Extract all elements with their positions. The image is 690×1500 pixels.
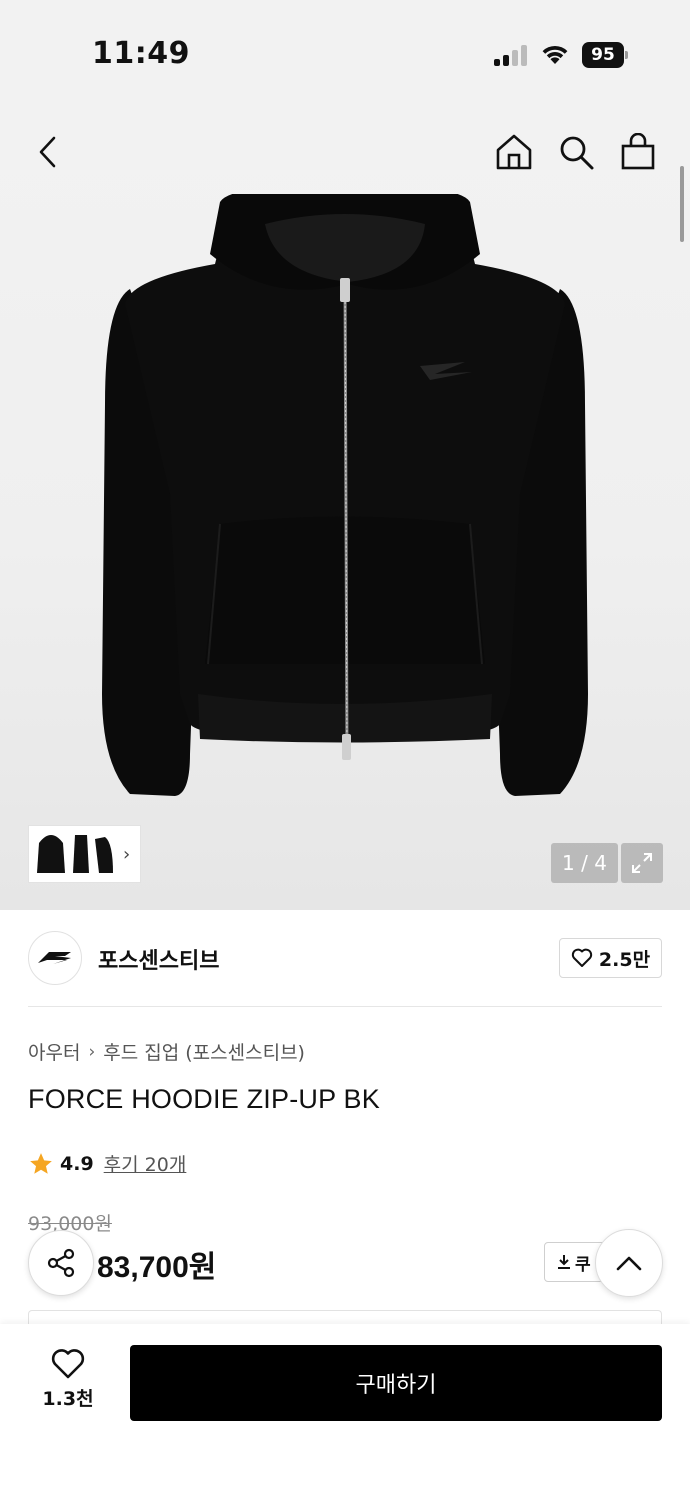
chevron-up-icon	[616, 1256, 642, 1271]
search-icon[interactable]	[554, 130, 598, 174]
wish-count: 1.3천	[42, 1388, 94, 1410]
battery-icon: 95	[582, 42, 628, 68]
share-icon	[47, 1248, 75, 1278]
review-link[interactable]: 후기 20개	[104, 1150, 187, 1177]
download-icon	[558, 1255, 570, 1269]
signal-icon	[494, 44, 528, 66]
chevron-right-icon: ›	[88, 1041, 96, 1062]
heart-icon	[571, 948, 593, 967]
brand-name[interactable]: 포스센스티브	[98, 943, 219, 975]
rating-row: 4.9 후기 20개	[28, 1150, 186, 1177]
expand-icon[interactable]	[621, 843, 663, 883]
breadcrumb-subcategory[interactable]: 후드 집업 (포스센스티브)	[103, 1038, 305, 1065]
product-image	[102, 194, 588, 796]
status-bar: 11:49 95	[0, 0, 690, 100]
breadcrumb: 아우터 › 후드 집업 (포스센스티브)	[28, 1038, 305, 1065]
share-button[interactable]	[28, 1230, 94, 1296]
chevron-right-icon: ›	[123, 843, 131, 865]
star-icon	[30, 1152, 52, 1174]
back-icon[interactable]	[26, 130, 70, 174]
brand-row[interactable]: 포스센스티브 2.5만	[28, 930, 662, 988]
wish-button[interactable]: 1.3천	[28, 1348, 108, 1411]
divider	[28, 1006, 662, 1007]
bottom-action-bar: 1.3천 구매하기	[0, 1324, 690, 1500]
coupon-label: 쿠	[575, 1254, 591, 1275]
product-title: FORCE HOODIE ZIP-UP BK	[28, 1084, 380, 1114]
buy-button[interactable]: 구매하기	[130, 1345, 662, 1421]
scroll-top-button[interactable]	[595, 1229, 663, 1297]
brand-like-button[interactable]: 2.5만	[559, 938, 662, 978]
heart-icon	[51, 1349, 85, 1379]
cart-icon[interactable]	[616, 130, 660, 174]
home-icon[interactable]	[492, 130, 536, 174]
brand-like-count: 2.5만	[598, 948, 651, 971]
sale-price: 83,700원	[97, 1251, 217, 1284]
status-time: 11:49	[92, 36, 190, 71]
rating-score: 4.9	[60, 1152, 94, 1175]
image-counter: 1 / 4	[551, 843, 618, 883]
scrollbar[interactable]	[680, 166, 684, 242]
product-gallery[interactable]: › 1 / 4	[0, 100, 690, 910]
breadcrumb-category[interactable]: 아우터	[28, 1038, 80, 1065]
thumbnail-strip[interactable]: ›	[28, 825, 141, 883]
battery-level: 95	[582, 42, 624, 68]
brand-logo[interactable]	[28, 931, 82, 985]
thumbnail-image	[37, 835, 113, 873]
wifi-icon	[542, 45, 568, 64]
